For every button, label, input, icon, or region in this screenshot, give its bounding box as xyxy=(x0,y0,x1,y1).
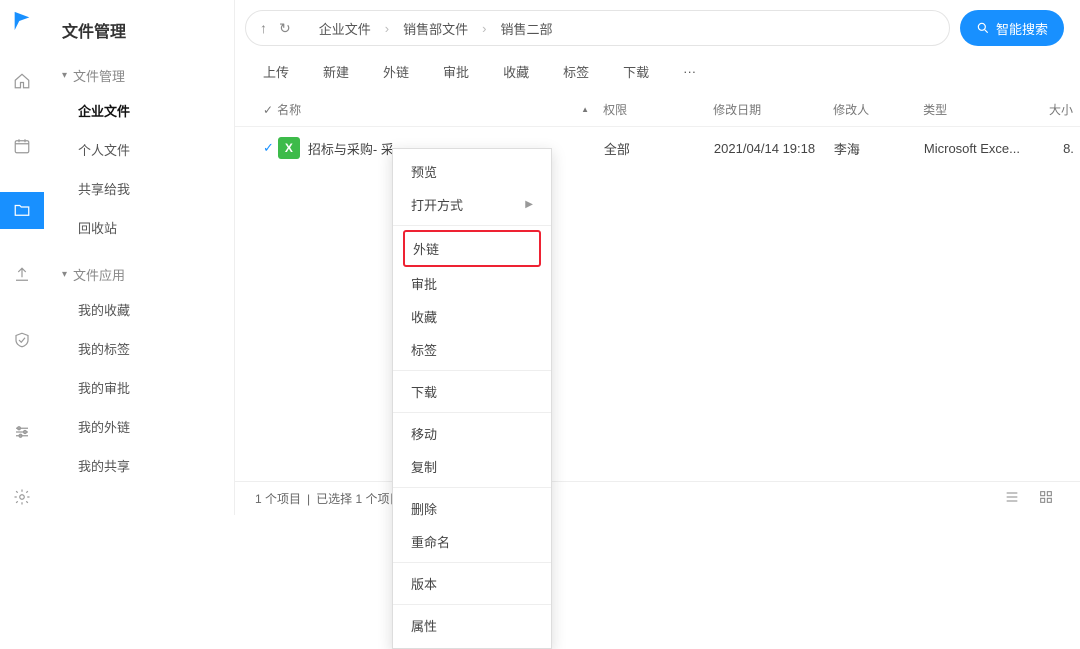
breadcrumb-item[interactable]: 销售二部 xyxy=(500,19,552,38)
cell-modifier: 李海 xyxy=(834,139,924,158)
chevron-down-icon: ▾ xyxy=(62,269,67,280)
cell-type: Microsoft Exce... xyxy=(924,141,1034,156)
chevron-down-icon: ▾ xyxy=(62,70,67,81)
context-menu: 预览 打开方式 ▶ 外链 审批 收藏 标签 下载 移动 复制 删除 重命名 版本… xyxy=(392,148,552,649)
gear-icon[interactable] xyxy=(0,478,44,515)
home-icon[interactable] xyxy=(0,63,44,100)
menu-favorite[interactable]: 收藏 xyxy=(393,300,551,333)
breadcrumb-item[interactable]: 企业文件 xyxy=(319,19,371,38)
menu-rename[interactable]: 重命名 xyxy=(393,525,551,558)
address-bar[interactable]: ↑ ↻ 企业文件 › 销售部文件 › 销售二部 xyxy=(245,10,950,46)
menu-preview[interactable]: 预览 xyxy=(393,155,551,188)
select-all-checkbox[interactable]: ✓ xyxy=(263,103,273,117)
sidebar-group-file-management[interactable]: ▾ 文件管理 xyxy=(44,60,234,91)
menu-external-link[interactable]: 外链 xyxy=(405,232,539,265)
smart-search-button[interactable]: 智能搜索 xyxy=(960,10,1064,46)
status-count: 1 个项目 xyxy=(255,490,301,507)
chevron-right-icon: › xyxy=(385,21,389,36)
toolbar-tag[interactable]: 标签 xyxy=(563,62,589,81)
excel-file-icon: X xyxy=(278,137,300,159)
calendar-icon[interactable] xyxy=(0,128,44,165)
sidebar-group-label: 文件应用 xyxy=(73,265,125,284)
cell-size: 8. xyxy=(1034,141,1074,156)
sidebar-item-shared-with-me[interactable]: 共享给我 xyxy=(44,169,234,208)
chevron-right-icon: ▶ xyxy=(525,199,533,210)
table-row[interactable]: ✓ X 招标与采购- 采… 全部 2021/04/14 19:18 李海 Mic… xyxy=(235,127,1080,169)
toolbar-new[interactable]: 新建 xyxy=(323,62,349,81)
sidebar-item-my-favorites[interactable]: 我的收藏 xyxy=(44,290,234,329)
menu-tag[interactable]: 标签 xyxy=(393,333,551,366)
sort-icon: ▲ xyxy=(581,105,589,114)
nav-up-icon[interactable]: ↑ xyxy=(260,20,267,36)
toolbar-approve[interactable]: 审批 xyxy=(443,62,469,81)
toolbar: 上传 新建 外链 审批 收藏 标签 下载 ··· xyxy=(235,56,1080,93)
col-size[interactable]: 大小 xyxy=(1033,101,1073,118)
sidebar-item-recycle-bin[interactable]: 回收站 xyxy=(44,208,234,247)
toolbar-more[interactable]: ··· xyxy=(683,64,696,79)
menu-move[interactable]: 移动 xyxy=(393,417,551,450)
status-bar: 1 个项目 | 已选择 1 个项目 8.84 KB xyxy=(235,481,1080,515)
row-checkbox[interactable]: ✓ xyxy=(263,140,274,156)
refresh-icon[interactable]: ↻ xyxy=(279,20,291,37)
sidebar-group-label: 文件管理 xyxy=(73,66,125,85)
col-name[interactable]: 名称 ▲ xyxy=(273,101,603,118)
logo xyxy=(11,10,33,35)
list-view-icon[interactable] xyxy=(998,489,1026,508)
grid-view-icon[interactable] xyxy=(1032,489,1060,508)
col-type[interactable]: 类型 xyxy=(923,101,1033,118)
menu-approve[interactable]: 审批 xyxy=(393,267,551,300)
sidebar-item-my-shares[interactable]: 我的共享 xyxy=(44,446,234,485)
status-sep: | xyxy=(307,492,310,506)
menu-open-with[interactable]: 打开方式 ▶ xyxy=(393,188,551,221)
sidebar: 文件管理 ▾ 文件管理 企业文件 个人文件 共享给我 回收站 ▾ 文件应用 我的… xyxy=(44,0,234,515)
search-icon xyxy=(976,21,990,35)
breadcrumb-item[interactable]: 销售部文件 xyxy=(403,19,468,38)
main: ↑ ↻ 企业文件 › 销售部文件 › 销售二部 智能搜索 上传 新建 外链 审批… xyxy=(234,0,1080,515)
sidebar-item-my-tags[interactable]: 我的标签 xyxy=(44,329,234,368)
col-modified[interactable]: 修改日期 xyxy=(713,101,833,118)
cell-permission: 全部 xyxy=(604,139,714,158)
menu-copy[interactable]: 复制 xyxy=(393,450,551,483)
menu-delete[interactable]: 删除 xyxy=(393,492,551,525)
toolbar-download[interactable]: 下载 xyxy=(623,62,649,81)
cell-modified: 2021/04/14 19:18 xyxy=(714,141,834,156)
toolbar-link[interactable]: 外链 xyxy=(383,62,409,81)
status-selection: 已选择 1 个项目 xyxy=(316,490,401,507)
menu-download[interactable]: 下载 xyxy=(393,375,551,408)
col-modifier[interactable]: 修改人 xyxy=(833,101,923,118)
toolbar-favorite[interactable]: 收藏 xyxy=(503,62,529,81)
sidebar-item-enterprise-files[interactable]: 企业文件 xyxy=(44,91,234,130)
sidebar-item-personal-files[interactable]: 个人文件 xyxy=(44,130,234,169)
folder-icon[interactable] xyxy=(0,192,44,229)
sliders-icon[interactable] xyxy=(0,414,44,451)
sidebar-item-my-links[interactable]: 我的外链 xyxy=(44,407,234,446)
col-permission[interactable]: 权限 xyxy=(603,101,713,118)
left-rail xyxy=(0,0,44,515)
menu-properties[interactable]: 属性 xyxy=(393,609,551,642)
menu-external-link-highlight: 外链 xyxy=(403,230,541,267)
upload-icon[interactable] xyxy=(0,257,44,294)
search-label: 智能搜索 xyxy=(996,19,1048,38)
sidebar-item-my-approvals[interactable]: 我的审批 xyxy=(44,368,234,407)
sidebar-group-file-apps[interactable]: ▾ 文件应用 xyxy=(44,259,234,290)
chevron-right-icon: › xyxy=(482,21,486,36)
app-title: 文件管理 xyxy=(44,12,234,60)
menu-version[interactable]: 版本 xyxy=(393,567,551,600)
shield-icon[interactable] xyxy=(0,321,44,358)
toolbar-upload[interactable]: 上传 xyxy=(263,62,289,81)
table-header: ✓ 名称 ▲ 权限 修改日期 修改人 类型 大小 xyxy=(235,93,1080,127)
